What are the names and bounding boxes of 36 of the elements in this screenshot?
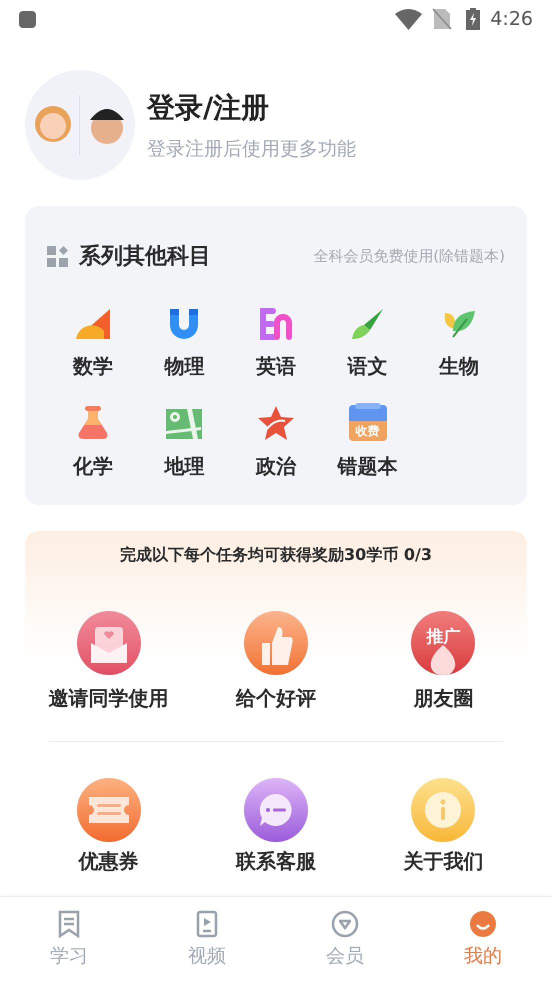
login-subtitle: 登录注册后使用更多功能	[147, 136, 356, 162]
service-item[interactable]: 联系客服	[192, 778, 360, 876]
grid-icon	[47, 246, 69, 268]
star-icon	[256, 405, 295, 441]
subject-item[interactable]: 政治	[230, 403, 322, 481]
flask-icon	[76, 405, 110, 441]
battery-icon	[466, 8, 480, 30]
video-icon	[196, 910, 218, 938]
subject-item[interactable]: 语文	[322, 303, 414, 381]
subject-item[interactable]: 数学	[47, 303, 139, 381]
subject-item[interactable]: 生物	[413, 303, 505, 381]
task-item[interactable]: 给个好评	[192, 611, 360, 713]
wifi-icon	[395, 8, 422, 30]
subjects-title: 系列其他科目	[79, 243, 211, 271]
task-item[interactable]: 推广 朋友圈	[360, 611, 527, 713]
service-item[interactable]: 优惠券	[25, 778, 192, 876]
ruler-icon	[74, 307, 112, 341]
task-item[interactable]: 邀请同学使用	[25, 611, 192, 713]
map-icon	[165, 407, 204, 441]
clock-time: 4:26	[490, 6, 533, 32]
promotion-label: 推广	[426, 626, 460, 650]
bookmark-icon	[58, 910, 80, 938]
subject-item[interactable]: 化学	[47, 403, 139, 481]
vip-icon	[331, 910, 359, 938]
subject-item[interactable]: 收费 错题本	[322, 403, 414, 481]
paid-label: 收费	[348, 421, 387, 441]
service-item[interactable]: 关于我们	[360, 778, 527, 876]
tasks-title: 完成以下每个任务均可获得奖励30学币 0/3	[119, 544, 433, 566]
smile-icon	[469, 910, 497, 938]
subject-item[interactable]: 英语	[230, 303, 322, 381]
subject-item[interactable]: 地理	[138, 403, 230, 481]
membership-note: 全科会员免费使用(除错题本)	[313, 246, 505, 268]
no-sim-icon	[432, 8, 452, 30]
login-title[interactable]: 登录/注册	[147, 86, 356, 129]
brush-icon	[350, 307, 386, 341]
subject-item[interactable]: 物理	[138, 303, 230, 381]
